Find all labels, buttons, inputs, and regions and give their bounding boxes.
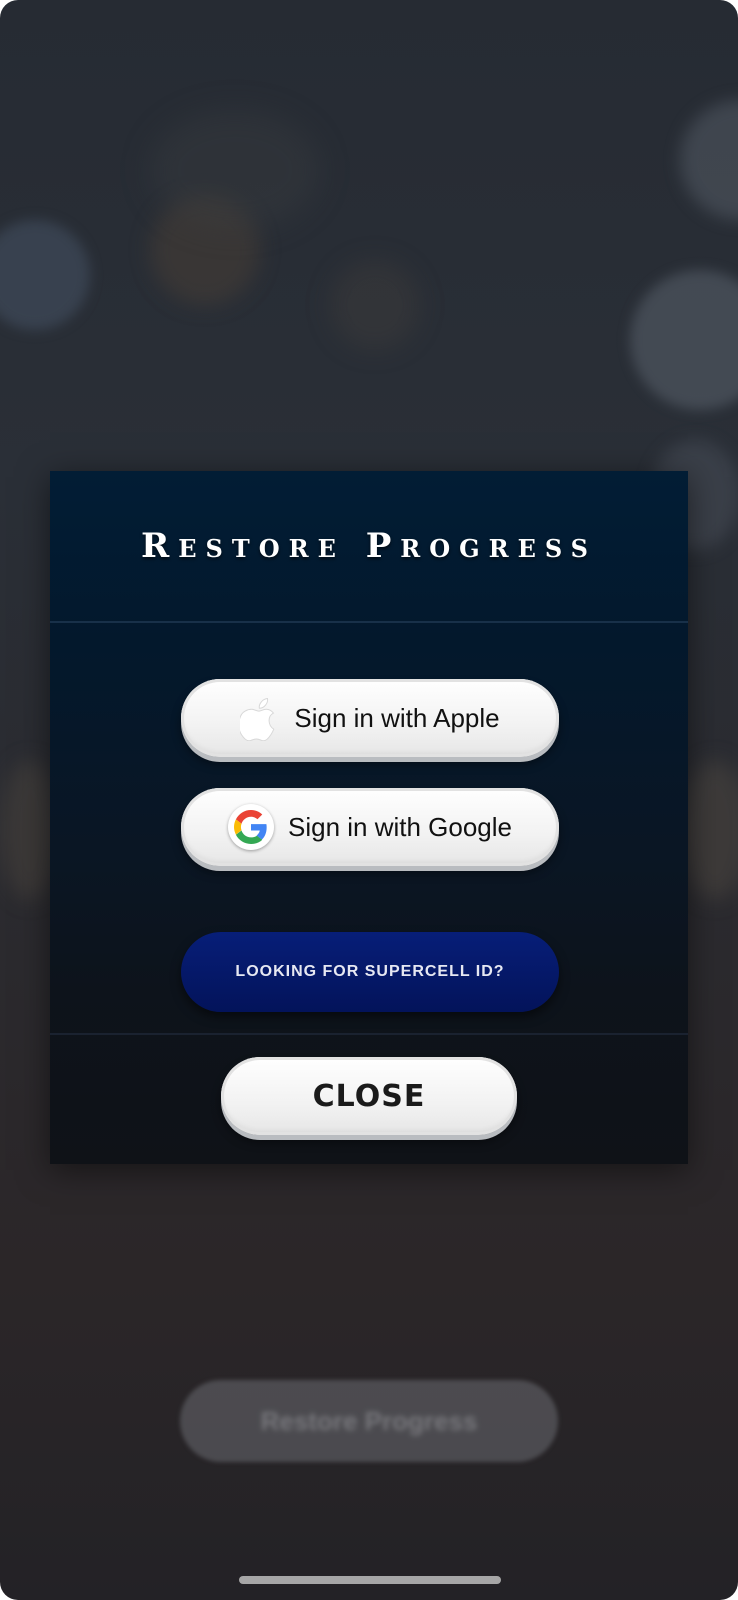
background-restore-progress-label: Restore Progress: [260, 1405, 478, 1436]
dialog-header: Restore Progress: [50, 471, 688, 623]
background-restore-progress-button: Restore Progress: [180, 1380, 558, 1462]
close-button[interactable]: CLOSE: [221, 1057, 517, 1135]
sign-in-with-google-button[interactable]: Sign in with Google: [181, 788, 559, 866]
sign-in-with-apple-button[interactable]: Sign in with Apple: [181, 679, 559, 757]
sign-in-with-google-label: Sign in with Google: [287, 811, 513, 842]
looking-for-supercell-id-label: LOOKING FOR SUPERCELL ID?: [235, 963, 505, 980]
background-bokeh: [150, 110, 320, 230]
app-screen: Restore Progress Restore Progress Sign i…: [0, 0, 738, 1600]
background-bokeh: [630, 270, 738, 410]
sign-in-with-apple-label: Sign in with Apple: [294, 702, 500, 733]
dialog-title: Restore Progress: [140, 526, 597, 566]
restore-progress-dialog: Restore Progress Sign in with Apple Sign…: [50, 471, 688, 1164]
close-button-label: CLOSE: [312, 1078, 426, 1114]
home-indicator[interactable]: [239, 1576, 501, 1584]
footer-divider: [50, 1033, 688, 1035]
google-icon: [227, 804, 274, 850]
background-bokeh: [330, 260, 420, 350]
background-bokeh: [0, 220, 90, 330]
background-bokeh: [680, 760, 738, 900]
looking-for-supercell-id-button[interactable]: LOOKING FOR SUPERCELL ID?: [181, 932, 559, 1012]
background-bokeh: [680, 100, 738, 220]
apple-icon: [240, 695, 280, 741]
